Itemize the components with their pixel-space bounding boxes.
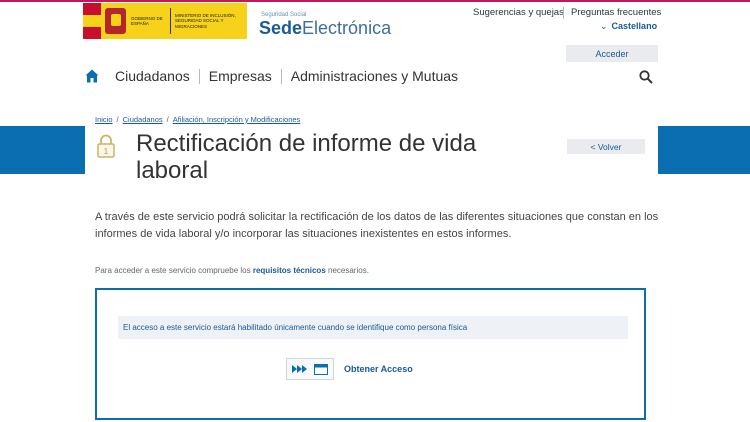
sede-logo[interactable]: Seguridad Social SedeElectrónica — [259, 12, 391, 37]
breadcrumb-separator: / — [116, 115, 119, 124]
page-title: Rectificación de informe de vida laboral — [136, 130, 477, 184]
spain-flag — [83, 3, 101, 39]
preguntas-link[interactable]: Preguntas frecuentes — [571, 7, 661, 18]
government-logo[interactable]: Gobierno de España Ministerio de Inclusi… — [83, 3, 247, 39]
ministry-label: Ministerio de Inclusión, Seguridad Socia… — [174, 12, 236, 29]
sugerencias-link[interactable]: Sugerencias y quejas — [473, 7, 564, 18]
nav-empresas[interactable]: Empresas — [209, 68, 272, 84]
gov-label: Gobierno de España — [130, 15, 163, 27]
language-label: Castellano — [611, 21, 658, 31]
banner-band-left — [0, 126, 85, 174]
requisitos-tecnicos-link[interactable]: requisitos técnicos — [253, 266, 326, 275]
breadcrumb-afiliacion[interactable]: Afiliación, Inscripción y Modificaciones — [173, 115, 301, 124]
banner-band-right — [658, 126, 750, 174]
breadcrumb-inicio[interactable]: Inicio — [95, 115, 113, 124]
service-description: A través de este servicio podrá solicita… — [95, 211, 659, 240]
access-icons — [286, 358, 334, 380]
svg-text:1: 1 — [104, 147, 109, 156]
sede-title: SedeElectrónica — [259, 18, 392, 38]
home-icon[interactable] — [85, 69, 99, 83]
access-panel: El acceso a este servicio estará habilit… — [95, 288, 646, 420]
coat-of-arms-icon — [104, 8, 126, 34]
nav-ciudadanos[interactable]: Ciudadanos — [115, 68, 190, 84]
logo-divider — [169, 8, 171, 34]
lock-icon: 1 — [97, 134, 115, 158]
util-divider — [563, 7, 564, 19]
main-nav: Ciudadanos Empresas Administraciones y M… — [85, 66, 458, 86]
chevron-down-icon: ⌄ — [600, 21, 608, 31]
obtener-acceso-button[interactable]: Obtener Acceso — [286, 358, 413, 380]
nav-divider — [280, 68, 282, 84]
breadcrumb-ciudadanos[interactable]: Ciudadanos — [123, 115, 163, 124]
nav-divider — [198, 68, 200, 84]
volver-button[interactable]: < Volver — [567, 139, 645, 154]
access-notice: El acceso a este servicio estará habilit… — [118, 316, 628, 339]
breadcrumb-separator: / — [166, 115, 169, 124]
search-icon[interactable] — [639, 70, 653, 84]
acceder-button[interactable]: Acceder — [566, 45, 658, 62]
window-icon — [314, 363, 328, 375]
obtener-acceso-label: Obtener Acceso — [344, 364, 413, 374]
language-selector[interactable]: ⌄ Castellano — [600, 21, 657, 32]
requirements-text: Para acceder a este servicio compruebe l… — [95, 266, 369, 275]
top-accent-line — [0, 0, 750, 2]
breadcrumb: Inicio / Ciudadanos / Afiliación, Inscri… — [95, 115, 300, 124]
nav-administraciones[interactable]: Administraciones y Mutuas — [291, 68, 458, 84]
fast-forward-icon — [292, 365, 307, 373]
